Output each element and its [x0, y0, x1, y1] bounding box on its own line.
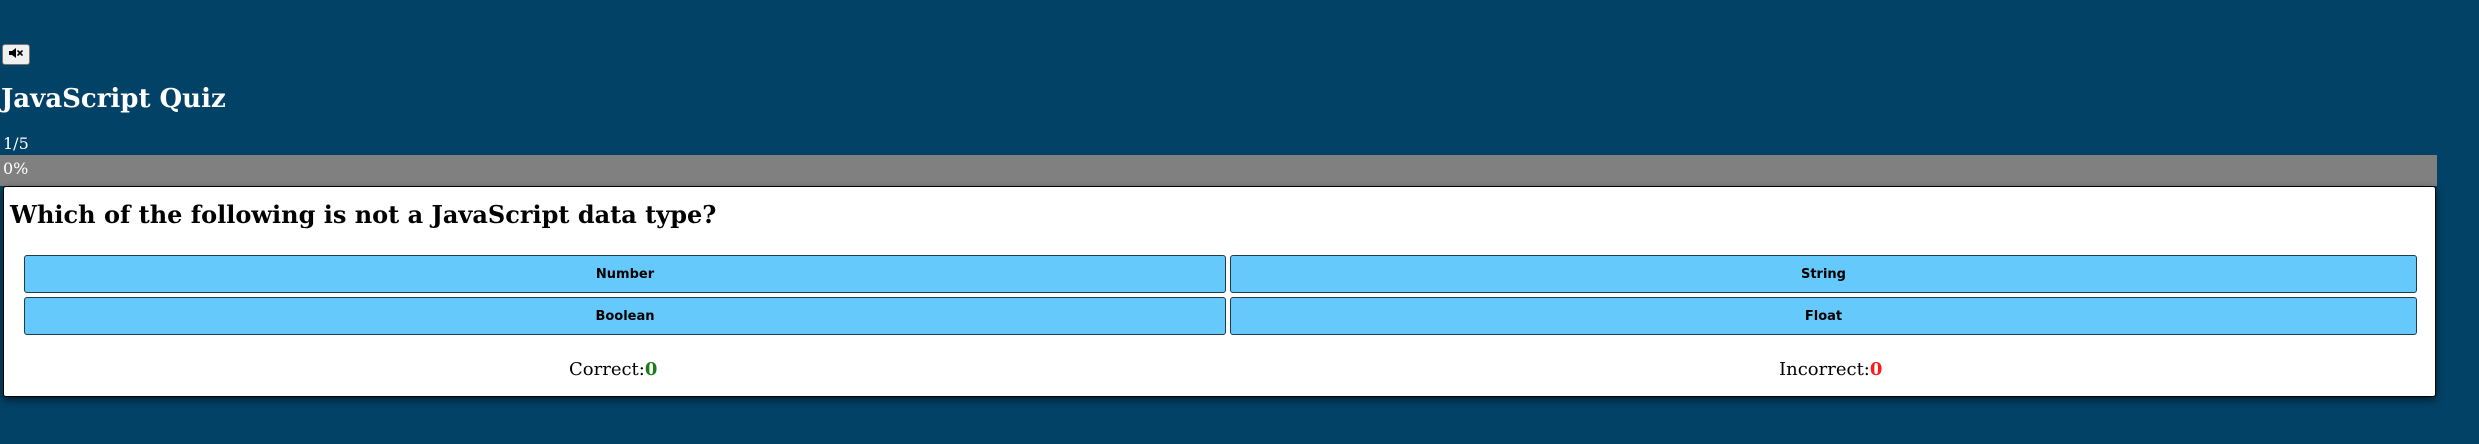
quiz-card: Which of the following is not a JavaScri…: [3, 186, 2436, 397]
answer-button-2[interactable]: String: [1230, 255, 2417, 293]
answer-button-3[interactable]: Boolean: [24, 297, 1226, 335]
question-text: Which of the following is not a JavaScri…: [10, 200, 717, 229]
correct-score-label: Correct:: [569, 359, 645, 380]
speaker-muted-icon: [8, 47, 24, 62]
progress-bar: 0%: [0, 155, 2437, 186]
correct-score-value: 0: [644, 359, 658, 380]
incorrect-score: Incorrect:0: [1779, 359, 1882, 381]
answer-button-4[interactable]: Float: [1230, 297, 2417, 335]
answer-button-1[interactable]: Number: [24, 255, 1226, 293]
incorrect-score-value: 0: [1869, 359, 1883, 380]
incorrect-score-label: Incorrect:: [1779, 359, 1870, 380]
correct-score: Correct:0: [569, 359, 657, 381]
progress-percent-label: 0%: [3, 159, 29, 178]
page-title: JavaScript Quiz: [1, 84, 226, 114]
mute-button[interactable]: [2, 44, 30, 65]
question-counter: 1/5: [3, 134, 29, 153]
